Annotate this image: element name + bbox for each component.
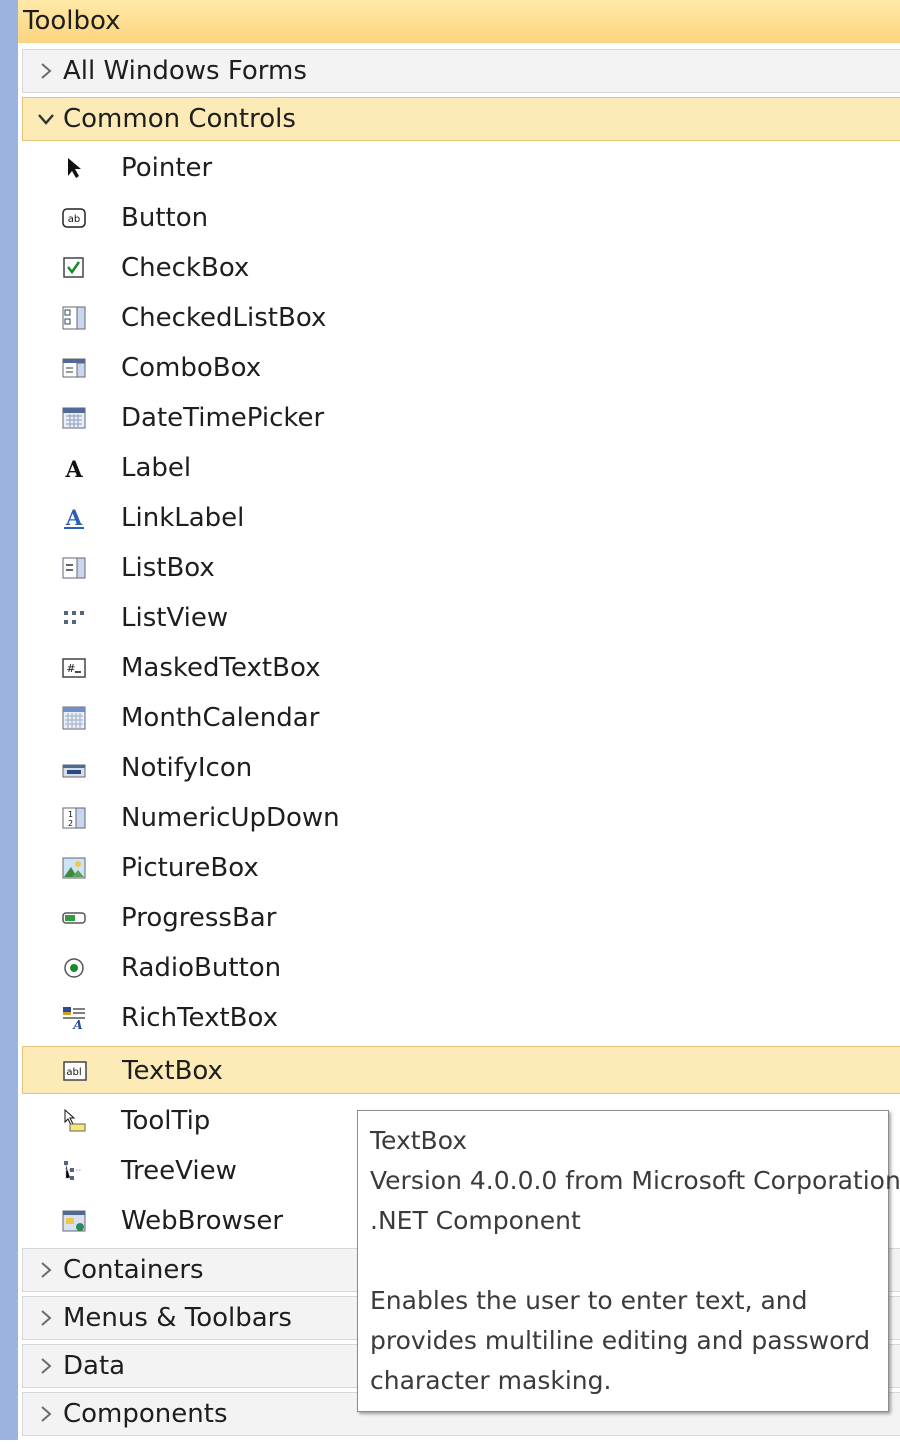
item-label: MaskedTextBox <box>121 653 321 683</box>
datetimepicker-icon <box>62 406 86 430</box>
radiobutton-icon <box>62 956 86 980</box>
toolbox-item-checkbox[interactable]: CheckBox <box>22 244 900 292</box>
maskedtextbox-icon: # <box>62 656 86 680</box>
item-label: NumericUpDown <box>121 803 340 833</box>
item-label: ComboBox <box>121 353 262 383</box>
checkedlistbox-icon <box>62 306 86 330</box>
svg-text:abl: abl <box>66 1067 81 1078</box>
toolbox-item-monthcalendar[interactable]: MonthCalendar <box>22 694 900 742</box>
chevron-right-icon <box>35 1249 57 1291</box>
toolbox-item-textbox[interactable]: abl TextBox <box>22 1046 900 1094</box>
textbox-icon: abl <box>63 1059 87 1083</box>
monthcalendar-icon <box>62 706 86 730</box>
group-label: Data <box>63 1351 126 1381</box>
svg-text:#: # <box>66 662 75 675</box>
toolbox-item-listview[interactable]: ListView <box>22 594 900 642</box>
toolbox-title: Toolbox <box>23 6 121 36</box>
toolbox-item-combobox[interactable]: ComboBox <box>22 344 900 392</box>
item-label: TextBox <box>122 1056 223 1086</box>
toolbox-title-bar[interactable]: Toolbox <box>18 0 900 43</box>
checkbox-icon <box>62 256 86 280</box>
button-icon: ab <box>62 206 86 230</box>
toolbox-item-richtextbox[interactable]: A RichTextBox <box>22 994 900 1042</box>
tooltip-description-line: provides multiline editing and password <box>370 1326 871 1355</box>
tooltip-version: Version 4.0.0.0 from Microsoft Corporati… <box>370 1166 900 1195</box>
tooltip-kind: .NET Component <box>370 1206 581 1235</box>
svg-text:1: 1 <box>68 810 73 819</box>
item-label: ToolTip <box>121 1106 211 1136</box>
combobox-icon <box>62 356 86 380</box>
toolbox-item-pointer[interactable]: Pointer <box>22 144 900 192</box>
treeview-icon <box>62 1159 86 1183</box>
numericupdown-icon: 12 <box>62 806 86 830</box>
group-label: Components <box>63 1399 228 1429</box>
chevron-right-icon <box>35 1297 57 1339</box>
toolbox-item-radiobutton[interactable]: RadioButton <box>22 944 900 992</box>
toolbox-item-linklabel[interactable]: A LinkLabel <box>22 494 900 542</box>
group-label: Common Controls <box>63 104 296 134</box>
group-label: Menus & Toolbars <box>63 1303 292 1333</box>
item-label: PictureBox <box>121 853 259 883</box>
chevron-down-icon <box>35 98 57 140</box>
window-edge <box>0 0 18 1440</box>
item-label: RichTextBox <box>121 1003 278 1033</box>
item-label: ListView <box>121 603 229 633</box>
tooltip-icon <box>62 1108 86 1133</box>
item-label: RadioButton <box>121 953 282 983</box>
tooltip-spacer <box>370 1241 876 1281</box>
toolbox-item-datetimepicker[interactable]: DateTimePicker <box>22 394 900 442</box>
item-label: MonthCalendar <box>121 703 320 733</box>
picturebox-icon <box>62 856 86 880</box>
toolbox-item-picturebox[interactable]: PictureBox <box>22 844 900 892</box>
webbrowser-icon <box>62 1209 86 1233</box>
listbox-icon <box>62 556 86 580</box>
toolbox-item-numericupdown[interactable]: 12 NumericUpDown <box>22 794 900 842</box>
tooltip-description-line: character masking. <box>370 1366 612 1395</box>
svg-text:A: A <box>65 506 83 530</box>
item-label: Button <box>121 203 209 233</box>
item-label: WebBrowser <box>121 1206 284 1236</box>
item-label: TreeView <box>121 1156 237 1186</box>
svg-text:A: A <box>64 457 83 480</box>
toolbox-item-checkedlistbox[interactable]: CheckedListBox <box>22 294 900 342</box>
richtextbox-icon: A <box>62 1006 86 1032</box>
chevron-right-icon <box>35 1393 57 1435</box>
item-label: LinkLabel <box>121 503 245 533</box>
toolbox-item-maskedtextbox[interactable]: # MaskedTextBox <box>22 644 900 692</box>
group-common-controls[interactable]: Common Controls <box>22 97 900 141</box>
progressbar-icon <box>62 906 86 930</box>
chevron-right-icon <box>35 1345 57 1387</box>
pointer-icon <box>62 156 86 180</box>
toolbox-item-notifyicon[interactable]: NotifyIcon <box>22 744 900 792</box>
item-label: ListBox <box>121 553 215 583</box>
item-label: CheckBox <box>121 253 250 283</box>
toolbox-item-listbox[interactable]: ListBox <box>22 544 900 592</box>
group-label: All Windows Forms <box>63 56 307 86</box>
item-label: DateTimePicker <box>121 403 325 433</box>
textbox-tooltip: TextBox Version 4.0.0.0 from Microsoft C… <box>357 1110 900 1412</box>
toolbox-item-progressbar[interactable]: ProgressBar <box>22 894 900 942</box>
notifyicon-icon <box>62 756 86 780</box>
linklabel-icon: A <box>62 505 86 530</box>
item-label: CheckedListBox <box>121 303 327 333</box>
item-label: NotifyIcon <box>121 753 253 783</box>
group-all-windows-forms[interactable]: All Windows Forms <box>22 49 900 93</box>
svg-text:A: A <box>72 1018 82 1030</box>
item-label: Pointer <box>121 153 213 183</box>
group-label: Containers <box>63 1255 204 1285</box>
svg-text:2: 2 <box>68 819 73 828</box>
label-icon: A <box>62 456 86 483</box>
tooltip-title: TextBox <box>370 1126 468 1155</box>
tooltip-description-line: Enables the user to enter text, and <box>370 1286 808 1315</box>
toolbox-item-label[interactable]: A Label <box>22 444 900 492</box>
item-label: ProgressBar <box>121 903 277 933</box>
chevron-right-icon <box>35 50 57 92</box>
listview-icon <box>62 606 86 630</box>
svg-text:ab: ab <box>68 214 80 225</box>
item-label: Label <box>121 453 192 483</box>
toolbox-item-button[interactable]: ab Button <box>22 194 900 242</box>
